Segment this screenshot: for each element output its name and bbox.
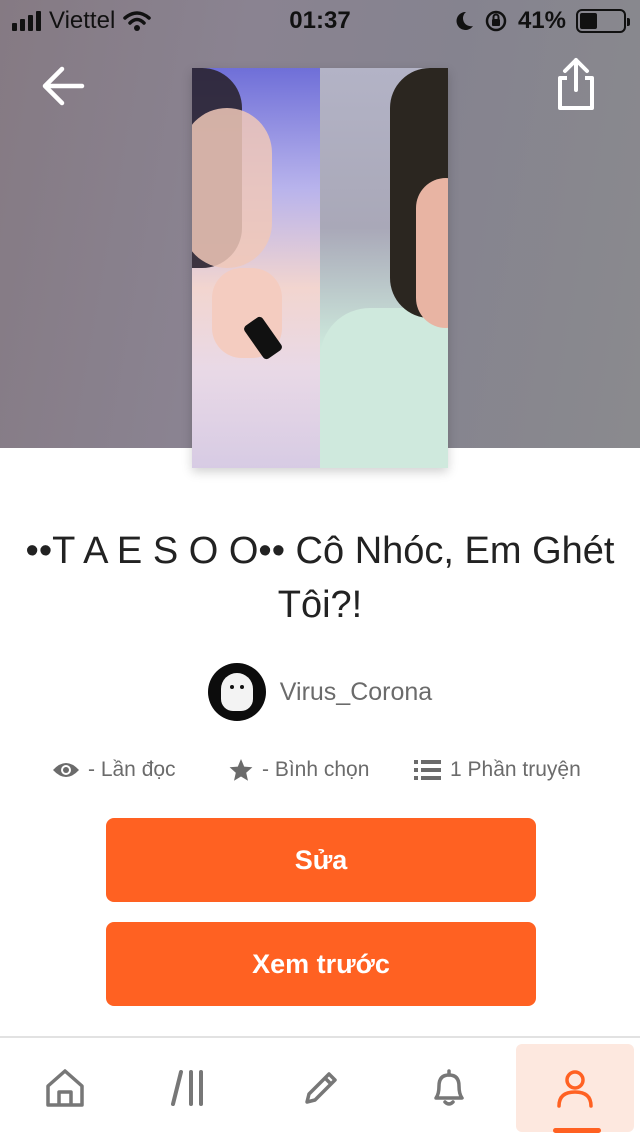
arrow-left-icon bbox=[42, 66, 85, 106]
author-name[interactable]: Virus_Corona bbox=[280, 678, 432, 707]
battery-level bbox=[580, 13, 598, 29]
story-title: ••T A E S O O•• Cô Nhóc, Em Ghét Tôi?! bbox=[25, 530, 615, 626]
reads-stat: - Lần đọc bbox=[52, 750, 176, 790]
moon-icon bbox=[456, 11, 473, 30]
back-button[interactable] bbox=[38, 60, 90, 112]
votes-label: - Bình chọn bbox=[262, 758, 370, 781]
home-icon bbox=[46, 1069, 84, 1107]
orientation-lock-icon bbox=[485, 10, 507, 32]
status-right: 41% bbox=[454, 7, 630, 35]
tab-library[interactable] bbox=[130, 1044, 248, 1132]
story-stats: - Lần đọc - Bình chọn 1 Phần truyện bbox=[0, 750, 640, 790]
preview-button[interactable]: Xem trước bbox=[106, 922, 536, 1006]
tab-write[interactable] bbox=[262, 1044, 380, 1132]
list-icon bbox=[414, 760, 441, 780]
pencil-icon bbox=[305, 1072, 337, 1104]
votes-stat: - Bình chọn bbox=[228, 750, 369, 790]
tab-notifications[interactable] bbox=[390, 1044, 508, 1132]
battery-icon bbox=[576, 9, 630, 33]
author-row[interactable]: Virus_Corona bbox=[0, 660, 640, 724]
star-icon bbox=[229, 759, 253, 781]
reads-label: - Lần đọc bbox=[88, 758, 176, 781]
share-icon bbox=[558, 58, 594, 110]
profile-icon bbox=[557, 1070, 593, 1108]
status-bar: Viettel 01:37 41% bbox=[0, 0, 640, 40]
active-tab-indicator bbox=[553, 1128, 601, 1133]
cover-left-photo bbox=[192, 68, 320, 468]
parts-stat: 1 Phần truyện bbox=[414, 750, 581, 790]
story-cover-image[interactable] bbox=[192, 68, 448, 468]
edit-button[interactable]: Sửa bbox=[106, 818, 536, 902]
parts-label: 1 Phần truyện bbox=[450, 758, 581, 781]
battery-percent: 41% bbox=[517, 7, 566, 34]
tab-home[interactable] bbox=[6, 1044, 124, 1132]
author-avatar[interactable] bbox=[207, 663, 266, 721]
library-icon bbox=[171, 1070, 203, 1106]
bottom-tab-bar bbox=[0, 1036, 640, 1136]
share-button[interactable] bbox=[552, 56, 600, 112]
tab-profile[interactable] bbox=[516, 1044, 634, 1132]
bell-icon bbox=[434, 1069, 464, 1106]
cover-right-photo bbox=[320, 68, 448, 468]
eye-icon bbox=[53, 763, 79, 777]
